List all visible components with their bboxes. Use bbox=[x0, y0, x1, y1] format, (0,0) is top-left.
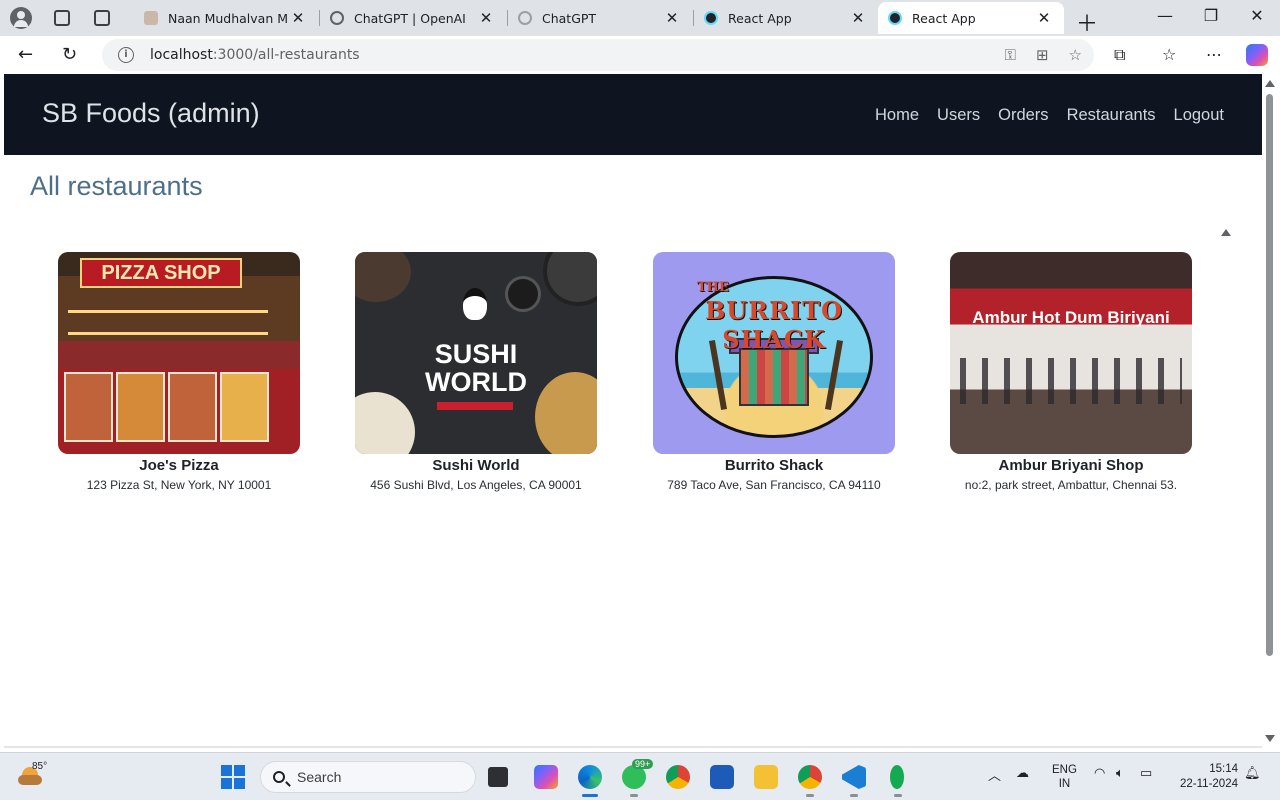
app-available-icon[interactable]: ⊞ bbox=[1036, 46, 1049, 64]
scroll-up-arrow-icon[interactable] bbox=[1221, 229, 1231, 236]
input-language[interactable]: ENG IN bbox=[1052, 763, 1077, 791]
copilot-taskbar-icon[interactable] bbox=[534, 765, 558, 789]
restaurant-name: Ambur Briyani Shop bbox=[998, 457, 1144, 474]
weather-temperature: 85° bbox=[32, 761, 48, 772]
scrollbar-thumb[interactable] bbox=[1266, 94, 1273, 656]
restaurant-address: no:2, park street, Ambattur, Chennai 53. bbox=[964, 478, 1178, 492]
page-scrollbar[interactable] bbox=[1262, 74, 1280, 748]
new-tab-button[interactable]: ＋ bbox=[1076, 6, 1098, 38]
system-clock[interactable]: 15:14 22-11-2024 bbox=[1174, 762, 1238, 792]
openai-icon bbox=[518, 11, 532, 25]
more-menu-icon[interactable]: ⋯ bbox=[1206, 45, 1222, 64]
windows-taskbar: 85° Search 99+ ︿ ☁ ENG IN ◠ 🔈︎ ▭ 15:14 2… bbox=[0, 752, 1280, 800]
restaurant-image[interactable]: Ambur Hot Dum Biriyani bbox=[950, 252, 1192, 454]
scroll-down-icon[interactable] bbox=[1265, 735, 1275, 742]
scroll-up-icon[interactable] bbox=[1265, 80, 1275, 87]
app-header: SB Foods (admin) Home Users Orders Resta… bbox=[4, 74, 1262, 155]
horizontal-scrollbar[interactable] bbox=[4, 746, 1262, 748]
restaurant-card[interactable]: THE BURRITO SHACK Burrito Shack 789 Taco… bbox=[653, 252, 895, 492]
chrome-icon[interactable] bbox=[666, 765, 690, 789]
active-app-indicator bbox=[582, 794, 598, 797]
restaurant-address: 456 Sushi Blvd, Los Angeles, CA 90001 bbox=[370, 478, 582, 492]
close-tab-icon[interactable]: ✕ bbox=[848, 9, 868, 27]
refresh-button[interactable]: ↻ bbox=[62, 44, 77, 65]
store-icon[interactable] bbox=[710, 765, 734, 789]
restaurant-image[interactable]: PIZZA SHOP bbox=[58, 252, 300, 454]
extensions-icon[interactable]: ⧉ bbox=[1114, 45, 1125, 65]
react-icon bbox=[704, 11, 718, 25]
browser-toolbar: ← ↻ i localhost:3000/all-restaurants ⚿ ⊞… bbox=[0, 36, 1280, 74]
profile-icon[interactable] bbox=[10, 7, 32, 29]
notifications-bell-icon[interactable]: 🔔︎ bbox=[1244, 765, 1261, 781]
minimize-button[interactable]: — bbox=[1142, 6, 1188, 25]
file-explorer-icon[interactable] bbox=[754, 765, 778, 789]
browser-tab-strip: Naan Mudhalvan Massi ✕ ChatGPT | OpenAI … bbox=[0, 0, 1280, 38]
restaurant-address: 123 Pizza St, New York, NY 10001 bbox=[86, 478, 272, 492]
restaurant-image[interactable]: SUSHI WORLD bbox=[355, 252, 597, 454]
restaurant-address: 789 Taco Ave, San Francisco, CA 94110 bbox=[667, 478, 881, 492]
page-title: All restaurants bbox=[30, 171, 203, 201]
start-button[interactable] bbox=[221, 765, 245, 789]
restaurant-image[interactable]: THE BURRITO SHACK bbox=[653, 252, 895, 454]
nav-logout[interactable]: Logout bbox=[1174, 106, 1224, 125]
show-hidden-icons-chevron-icon[interactable]: ︿ bbox=[988, 765, 1001, 784]
browser-tab-1[interactable]: Naan Mudhalvan Massi ✕ bbox=[134, 2, 318, 34]
copilot-icon[interactable] bbox=[1246, 44, 1268, 66]
nav-home[interactable]: Home bbox=[875, 106, 919, 125]
close-tab-icon[interactable]: ✕ bbox=[288, 9, 308, 27]
battery-icon[interactable]: ▭ bbox=[1140, 765, 1152, 781]
browser-tab-4[interactable]: React App ✕ bbox=[694, 2, 878, 34]
site-info-icon[interactable]: i bbox=[118, 47, 134, 63]
restaurant-name: Burrito Shack bbox=[724, 457, 824, 474]
volume-icon[interactable]: 🔈︎ bbox=[1116, 765, 1124, 781]
brand-title[interactable]: SB Foods (admin) bbox=[42, 98, 260, 129]
nav-orders[interactable]: Orders bbox=[998, 106, 1048, 125]
openai-icon bbox=[330, 11, 344, 25]
onedrive-icon[interactable]: ☁ bbox=[1016, 765, 1029, 781]
restore-button[interactable]: ❐ bbox=[1188, 6, 1234, 25]
restaurant-name: Sushi World bbox=[432, 457, 520, 474]
address-bar[interactable]: i localhost:3000/all-restaurants ⚿ ⊞ ☆ bbox=[102, 39, 1094, 71]
close-tab-icon[interactable]: ✕ bbox=[662, 9, 682, 27]
page-viewport: SB Foods (admin) Home Users Orders Resta… bbox=[4, 74, 1262, 748]
browser-tab-5-active[interactable]: React App ✕ bbox=[878, 2, 1064, 34]
site-icon bbox=[144, 11, 158, 25]
nav-restaurants[interactable]: Restaurants bbox=[1067, 106, 1156, 125]
taskbar-search[interactable]: Search bbox=[260, 761, 476, 793]
nav-users[interactable]: Users bbox=[937, 106, 980, 125]
restaurant-name: Joe's Pizza bbox=[139, 457, 219, 474]
browser-tab-3[interactable]: ChatGPT ✕ bbox=[508, 2, 692, 34]
key-icon[interactable]: ⚿ bbox=[1005, 46, 1016, 64]
chrome-profile-icon[interactable] bbox=[798, 765, 822, 789]
task-view-icon[interactable] bbox=[488, 767, 508, 787]
search-icon bbox=[273, 771, 285, 783]
mongodb-icon[interactable] bbox=[890, 765, 904, 789]
tab-actions-icon[interactable] bbox=[94, 10, 110, 26]
notification-badge: 99+ bbox=[632, 759, 654, 769]
close-tab-icon[interactable]: ✕ bbox=[1034, 9, 1054, 27]
close-window-button[interactable]: ✕ bbox=[1234, 6, 1280, 25]
browser-tab-2[interactable]: ChatGPT | OpenAI ✕ bbox=[320, 2, 506, 34]
favorites-icon[interactable]: ☆ bbox=[1162, 45, 1176, 64]
favorite-star-icon[interactable]: ☆ bbox=[1069, 46, 1082, 64]
vscode-icon[interactable] bbox=[842, 765, 866, 789]
restaurant-card[interactable]: Ambur Hot Dum Biriyani Ambur Briyani Sho… bbox=[950, 252, 1192, 492]
wifi-icon[interactable]: ◠ bbox=[1094, 765, 1105, 781]
workspaces-icon[interactable] bbox=[54, 10, 70, 26]
back-button[interactable]: ← bbox=[18, 44, 33, 65]
header-nav: Home Users Orders Restaurants Logout bbox=[875, 106, 1224, 125]
restaurant-card[interactable]: SUSHI WORLD Sushi World 456 Sushi Blvd, … bbox=[355, 252, 597, 492]
edge-browser-icon[interactable] bbox=[578, 765, 602, 789]
react-icon bbox=[888, 11, 902, 25]
close-tab-icon[interactable]: ✕ bbox=[476, 9, 496, 27]
restaurant-card[interactable]: PIZZA SHOP Joe's Pizza 123 Pizza St, New… bbox=[58, 252, 300, 492]
